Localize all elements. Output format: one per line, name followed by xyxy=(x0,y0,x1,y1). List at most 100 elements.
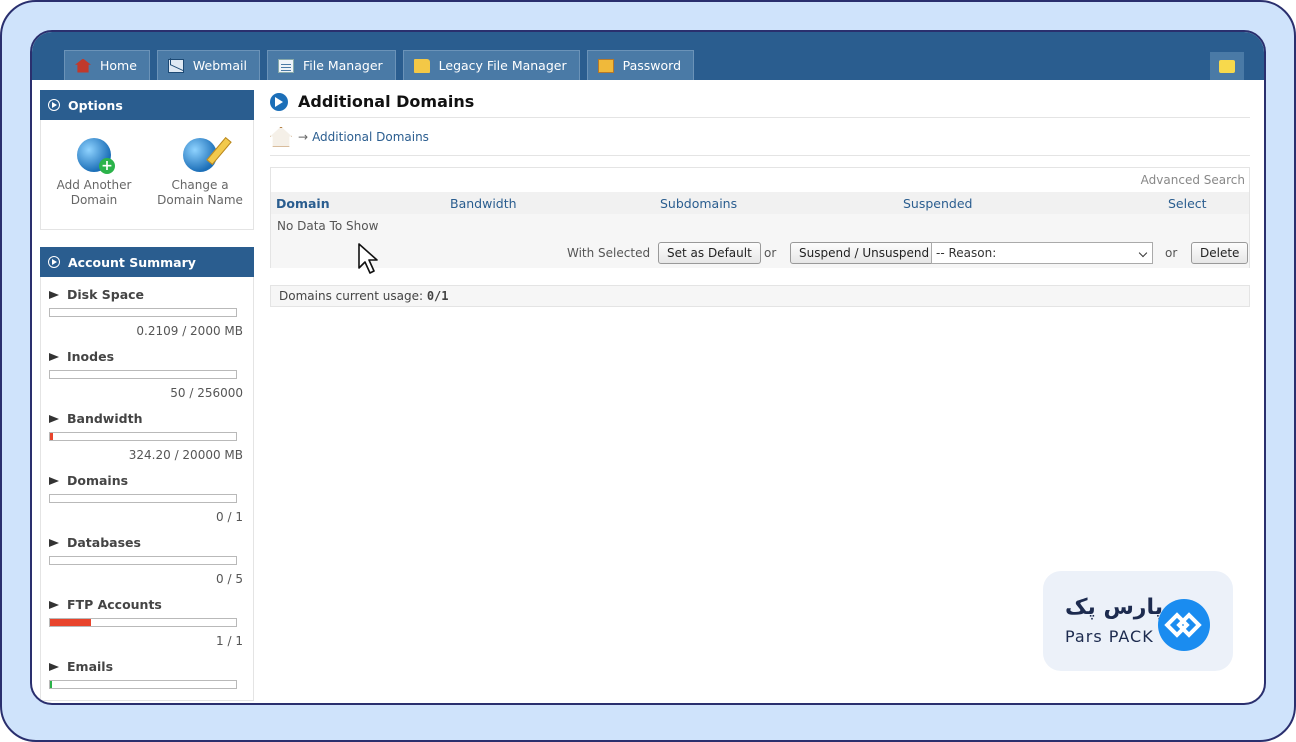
account-summary-title: Account Summary xyxy=(68,254,196,270)
reason-select-value: -- Reason: xyxy=(936,246,997,260)
add-another-domain-link[interactable]: + Add Another Domain xyxy=(46,138,142,229)
table-header: Domain Bandwidth Subdomains Suspended Se… xyxy=(271,192,1249,214)
stat-value: 1 / 1 xyxy=(216,634,243,648)
stat-label: Bandwidth xyxy=(67,411,143,426)
change-domain-name-link[interactable]: Change a Domain Name xyxy=(152,136,248,229)
stat-label: Domains xyxy=(67,473,129,488)
arrow-circle-icon xyxy=(48,256,60,268)
stat-label: Emails xyxy=(67,659,114,674)
tab-label: Password xyxy=(622,58,682,73)
stat-disk-space: Disk Space 0.2109 / 2000 MB xyxy=(49,287,243,338)
or-text: or xyxy=(764,246,777,260)
column-domain[interactable]: Domain xyxy=(276,196,330,211)
usage-bar-fill xyxy=(50,619,91,626)
logo-text-fa: پارس پک xyxy=(1065,595,1163,620)
set-default-button[interactable]: Set as Default xyxy=(658,242,761,264)
tab-label: File Manager xyxy=(302,58,383,73)
sidebar: Options + Add Another Domain Change a Do… xyxy=(40,90,254,701)
password-icon xyxy=(597,58,614,73)
arrow-right-icon xyxy=(49,290,59,299)
usage-bar xyxy=(49,618,237,627)
stat-value: 0.2109 / 2000 MB xyxy=(136,324,243,338)
usage-bar xyxy=(49,432,237,441)
stat-label: Inodes xyxy=(67,349,115,364)
option-label: Add Another Domain xyxy=(56,178,132,207)
tab-label: Home xyxy=(100,58,137,73)
suspend-button[interactable]: Suspend / Unsuspend xyxy=(790,242,939,264)
options-box: + Add Another Domain Change a Domain Nam… xyxy=(40,120,254,230)
file-icon xyxy=(277,58,294,73)
arrow-right-icon xyxy=(49,662,59,671)
stat-domains: Domains 0 / 1 xyxy=(49,473,243,524)
globe-edit-icon xyxy=(183,136,232,172)
option-label: Change a Domain Name xyxy=(157,178,243,207)
pars-pack-icon xyxy=(1158,599,1210,651)
stat-label: FTP Accounts xyxy=(67,597,162,612)
breadcrumb-link[interactable]: Additional Domains xyxy=(312,130,429,144)
tab-webmail[interactable]: Webmail xyxy=(156,50,260,80)
home-icon[interactable] xyxy=(270,126,292,147)
domains-table: Advanced Search Domain Bandwidth Subdoma… xyxy=(270,167,1250,268)
arrow-right-icon xyxy=(49,476,59,485)
delete-button[interactable]: Delete xyxy=(1191,242,1249,264)
stat-value: 50 / 256000 xyxy=(170,386,243,400)
main-content: Additional Domains → Additional Domains … xyxy=(270,90,1250,307)
usage-bar xyxy=(49,308,237,317)
tab-file-manager[interactable]: File Manager xyxy=(266,50,396,80)
stat-bandwidth: Bandwidth 324.20 / 20000 MB xyxy=(49,411,243,462)
usage-value: 0/1 xyxy=(426,289,449,303)
pars-pack-logo: پارس پک Pars PACK xyxy=(1043,571,1233,671)
column-subdomains[interactable]: Subdomains xyxy=(660,196,737,211)
arrow-right-icon xyxy=(49,414,59,423)
advanced-search-link[interactable]: Advanced Search xyxy=(1141,173,1245,187)
usage-label: Domains current usage: xyxy=(279,289,423,303)
usage-bar-fill xyxy=(50,681,52,688)
column-select[interactable]: Select xyxy=(1168,196,1207,211)
tab-label: Webmail xyxy=(192,58,247,73)
usage-bar-fill xyxy=(50,433,53,440)
stat-inodes: Inodes 50 / 256000 xyxy=(49,349,243,400)
usage-bar xyxy=(49,680,237,689)
stat-label: Disk Space xyxy=(67,287,145,302)
notes-button[interactable] xyxy=(1210,52,1244,80)
stat-label: Databases xyxy=(67,535,141,550)
options-header[interactable]: Options xyxy=(40,90,254,120)
arrow-circle-icon xyxy=(48,99,60,111)
arrow-right-icon xyxy=(49,538,59,547)
stat-databases: Databases 0 / 5 xyxy=(49,535,243,586)
globe-add-icon: + xyxy=(77,138,115,174)
arrow-circle-icon xyxy=(270,92,288,111)
with-selected-label: With Selected xyxy=(567,246,651,260)
bulk-actions: With Selected Set as Default or Suspend … xyxy=(271,238,1249,268)
breadcrumb-separator: → xyxy=(298,129,309,144)
usage-bar xyxy=(49,370,237,379)
stat-emails: Emails xyxy=(49,659,243,689)
tab-home[interactable]: Home xyxy=(64,50,150,80)
usage-bar xyxy=(49,494,237,503)
options-title: Options xyxy=(68,97,123,113)
notes-icon xyxy=(1219,59,1235,73)
logo-text-en: Pars PACK xyxy=(1065,627,1154,646)
top-navbar: Home Webmail File Manager Legacy File Ma… xyxy=(32,32,1264,80)
account-summary-header[interactable]: Account Summary xyxy=(40,247,254,277)
breadcrumb: → Additional Domains xyxy=(270,118,1250,156)
account-summary-box: Disk Space 0.2109 / 2000 MB Inodes 50 / … xyxy=(40,277,254,701)
page-title: Additional Domains xyxy=(298,92,475,111)
tab-label: Legacy File Manager xyxy=(438,58,567,73)
stat-value: 324.20 / 20000 MB xyxy=(128,448,243,462)
or-text: or xyxy=(1165,246,1178,260)
column-bandwidth[interactable]: Bandwidth xyxy=(450,196,517,211)
domains-usage: Domains current usage: 0/1 xyxy=(270,285,1250,307)
home-icon xyxy=(75,58,91,73)
tab-password[interactable]: Password xyxy=(586,50,695,80)
reason-select[interactable]: -- Reason: xyxy=(931,242,1153,264)
stat-ftp-accounts: FTP Accounts 1 / 1 xyxy=(49,597,243,648)
column-suspended[interactable]: Suspended xyxy=(903,196,972,211)
usage-bar xyxy=(49,556,237,565)
arrow-right-icon xyxy=(49,352,59,361)
stat-value: 0 / 1 xyxy=(216,510,243,524)
tab-legacy-file-manager[interactable]: Legacy File Manager xyxy=(402,50,580,80)
page-header: Additional Domains xyxy=(270,90,1250,118)
arrow-right-icon xyxy=(49,600,59,609)
nav-tabs: Home Webmail File Manager Legacy File Ma… xyxy=(64,50,695,80)
